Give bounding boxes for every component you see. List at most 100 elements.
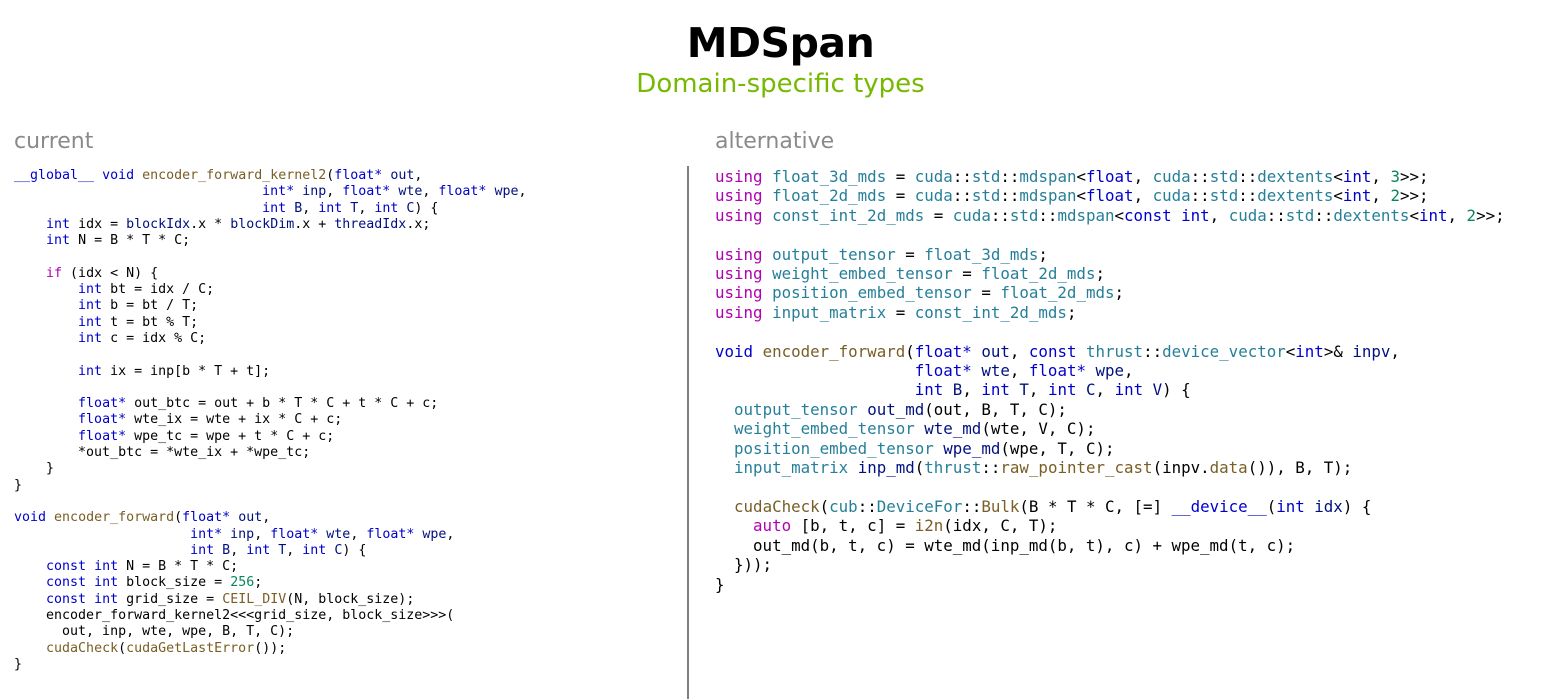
code-token: , <box>1371 186 1391 206</box>
code-line: int B, int T, int C) { <box>14 201 526 217</box>
code-token: :: <box>1190 186 1210 206</box>
code-token: ) { <box>1342 496 1372 516</box>
code-line: encoder_forward_kernel2<<<grid_size, blo… <box>14 608 526 624</box>
code-token: .x * <box>190 216 231 232</box>
code-token: wte <box>981 361 1010 381</box>
code-line: out_md(b, t, c) = wte_md(inp_md(b, t), c… <box>715 536 1505 555</box>
code-line: const int block_size = 256; <box>14 575 526 591</box>
code-token: < <box>1076 167 1087 186</box>
code-line: output_tensor out_md(out, B, T, C); <box>715 400 1505 419</box>
code-token: CEIL_DIV <box>222 591 287 607</box>
code-token: , <box>326 184 343 200</box>
code-token: float_2d_mds <box>772 186 887 206</box>
code-token: position_embed_tensor <box>772 283 972 303</box>
code-token: std <box>1009 205 1039 225</box>
code-token: const <box>46 575 87 591</box>
code-token: , <box>518 184 527 200</box>
code-token: *out_btc = *wte_ix + *wpe_tc; <box>14 445 311 461</box>
code-token: , <box>1009 361 1029 381</box>
code-token: wpe <box>494 184 519 200</box>
code-line: } <box>715 575 1505 594</box>
code-token: std <box>971 167 1001 186</box>
code-token: using <box>715 186 763 206</box>
code-token: b = bt / T; <box>102 298 199 314</box>
code-token: wpe_tc = wpe + t * C + c; <box>126 428 335 444</box>
code-token: , <box>1095 380 1115 400</box>
code-token: encoder_forward <box>762 341 906 361</box>
code-token: ()), B, T); <box>1247 458 1353 478</box>
code-line: using position_embed_tensor = float_2d_m… <box>715 283 1505 302</box>
code-token: void <box>14 510 47 526</box>
code-token: wte <box>326 526 351 542</box>
code-token: } <box>715 574 725 594</box>
code-token: dextents <box>1333 205 1410 225</box>
code-token: auto <box>753 516 792 536</box>
code-token: = <box>924 205 953 225</box>
code-token: using <box>715 264 763 284</box>
code-token: , <box>1133 186 1153 206</box>
code-line: position_embed_tensor wpe_md(wpe, T, C); <box>715 439 1505 458</box>
code-token: 2 <box>1390 186 1400 206</box>
code-token: inp <box>230 526 255 542</box>
code-token: :: <box>1266 205 1286 225</box>
code-token: , <box>254 526 271 542</box>
code-line: } <box>14 657 526 673</box>
code-token: float <box>1086 186 1134 206</box>
code-token: , <box>1009 341 1029 361</box>
code-token: float* <box>334 168 383 183</box>
code-token: __global__ <box>14 168 95 183</box>
code-token: float* <box>1028 361 1086 381</box>
code-token: cuda <box>914 186 953 206</box>
code-token: data <box>1209 458 1248 478</box>
code-token: >>; <box>1399 186 1429 206</box>
code-line: using output_tensor = float_3d_mds; <box>715 245 1505 264</box>
code-token: weight_embed_tensor <box>734 419 915 439</box>
code-token: float* <box>270 526 319 542</box>
code-token: float_3d_mds <box>772 167 887 186</box>
code-token: >>; <box>1399 167 1429 186</box>
code-token: :: <box>981 458 1001 478</box>
alternative-label: alternative <box>715 129 835 154</box>
code-token: mdspan <box>1057 205 1115 225</box>
code-token: ( <box>819 496 830 516</box>
code-token: wpe <box>1095 361 1125 381</box>
code-token: :: <box>1238 186 1258 206</box>
code-token: :: <box>857 496 877 516</box>
code-token: ( <box>914 458 925 478</box>
code-token: const <box>46 591 87 607</box>
code-token: float <box>1086 167 1134 186</box>
current-code-block: __global__ void encoder_forward_kernel2 (… <box>14 168 526 673</box>
code-token: position_embed_tensor <box>734 438 934 458</box>
code-token: threadIdx <box>334 216 407 232</box>
code-token: encoder_forward_kernel2 <box>142 168 327 183</box>
code-line: float* wpe_tc = wpe + t * C + c; <box>14 429 526 445</box>
code-line: const int N = B * T * C; <box>14 559 526 575</box>
code-token: int <box>1418 205 1448 225</box>
code-line: } <box>14 478 526 494</box>
code-token: } <box>14 477 23 493</box>
code-token: int* <box>262 184 295 200</box>
code-token: < <box>1333 167 1343 186</box>
code-token: , <box>350 526 367 542</box>
code-token: ) { <box>1162 380 1191 400</box>
page-subtitle: Domain-specific types <box>636 69 925 99</box>
code-token: , <box>1028 380 1048 400</box>
code-token: cuda <box>952 205 991 225</box>
